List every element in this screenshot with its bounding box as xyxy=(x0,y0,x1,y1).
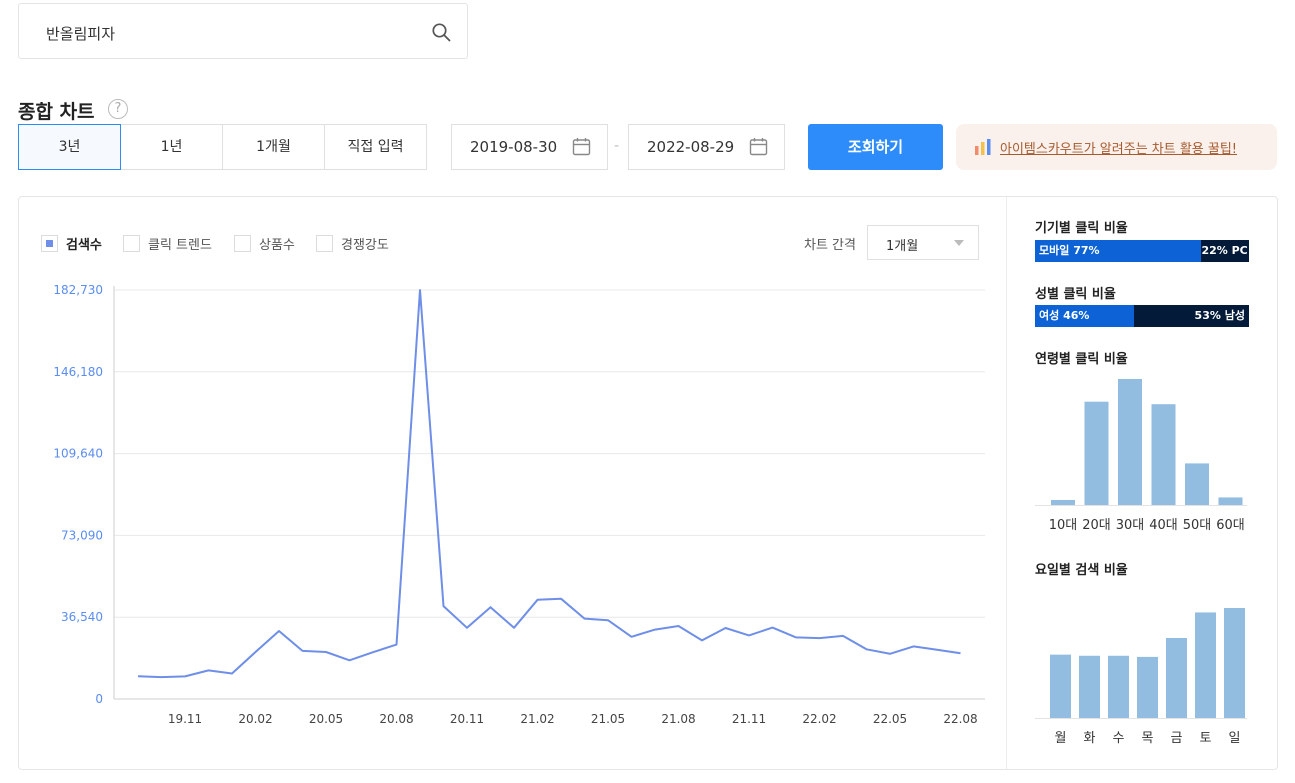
ratio-segment-name: 여성 xyxy=(1039,309,1060,322)
y-tick-label: 36,540 xyxy=(61,610,103,624)
category-label: 목 xyxy=(1142,731,1154,746)
date-separator: - xyxy=(614,138,620,154)
weekday-search-ratio-chart: 월화수목금토일 xyxy=(1035,608,1247,746)
bar xyxy=(1224,608,1245,718)
search-box[interactable]: 반올림피자 xyxy=(18,3,468,59)
tab-3-years[interactable]: 3년 xyxy=(18,124,121,170)
bar xyxy=(1118,379,1142,505)
search-icon[interactable] xyxy=(431,22,451,42)
chart-tip-link[interactable]: 아이템스카우트가 알려주는 차트 활용 꿀팁! xyxy=(1000,138,1237,157)
search-count-chart: 0 36,540 73,090 109,640 146,180 182,730 19.11 2… xyxy=(53,283,985,726)
ratio-segment-value: 77% xyxy=(1073,244,1100,257)
ratio-segment-second: 53% 남성 xyxy=(1134,305,1249,327)
end-date-field[interactable]: 2022-08-29 xyxy=(628,124,785,170)
calendar-icon[interactable] xyxy=(749,137,768,156)
category-label: 토 xyxy=(1200,731,1212,746)
ratio-segment-name: 모바일 xyxy=(1039,244,1070,257)
x-tick-label: 20.05 xyxy=(309,712,343,726)
ratio-segment-first: 모바일 77% xyxy=(1035,240,1202,262)
category-label: 50대 xyxy=(1183,518,1212,533)
category-label: 화 xyxy=(1084,731,1096,746)
x-tick-label: 22.08 xyxy=(943,712,977,726)
category-label: 일 xyxy=(1229,731,1241,746)
ratio-segment-name: 남성 xyxy=(1224,309,1245,322)
tab-1-year[interactable]: 1년 xyxy=(120,124,223,170)
device-click-ratio-bar: 모바일 77% 22% PC xyxy=(1035,240,1249,262)
section-title: 종합 차트 xyxy=(18,101,95,123)
category-label: 10대 xyxy=(1049,518,1078,533)
x-tick-label: 21.11 xyxy=(732,712,766,726)
ratio-segment-name: PC xyxy=(1231,244,1248,257)
ratio-segment-value: 22% xyxy=(1201,244,1228,257)
gender-click-ratio-title: 성별 클릭 비율 xyxy=(1035,287,1116,302)
tab-custom-input[interactable]: 직접 입력 xyxy=(324,124,427,170)
category-label: 월 xyxy=(1055,731,1067,746)
bar xyxy=(1151,404,1176,505)
category-label: 60대 xyxy=(1216,518,1245,533)
y-tick-label: 0 xyxy=(95,692,103,706)
x-tick-label: 21.02 xyxy=(520,712,554,726)
y-tick-label: 109,640 xyxy=(53,447,103,461)
y-tick-label: 182,730 xyxy=(53,283,103,297)
bar xyxy=(1137,656,1158,718)
divider xyxy=(1006,197,1007,769)
category-label: 수 xyxy=(1113,731,1125,746)
chart-card: 검색수 클릭 트렌드 상품수 경쟁강도 차트 간격 1개월 0 36,540 73,… xyxy=(18,196,1278,770)
age-click-ratio-title: 연령별 클릭 비율 xyxy=(1035,352,1128,367)
y-tick-label: 146,180 xyxy=(53,365,103,379)
bar xyxy=(1079,655,1100,718)
calendar-icon[interactable] xyxy=(572,137,591,156)
bar xyxy=(1084,401,1109,505)
gender-click-ratio-bar: 여성 46% 53% 남성 xyxy=(1035,305,1249,327)
start-date-value: 2019-08-30 xyxy=(470,138,558,156)
x-tick-label: 22.05 xyxy=(873,712,907,726)
bar-chart-icon xyxy=(975,139,991,155)
bar xyxy=(1166,638,1187,718)
chart-tip-banner[interactable]: 아이템스카우트가 알려주는 차트 활용 꿀팁! xyxy=(956,124,1277,170)
ratio-segment-value: 53% xyxy=(1194,309,1221,322)
age-click-ratio-chart: 10대 20대 30대 40대 50대 60대 xyxy=(1035,379,1247,533)
end-date-value: 2022-08-29 xyxy=(647,138,735,156)
bar xyxy=(1050,654,1071,718)
period-tabs: 3년 1년 1개월 직접 입력 xyxy=(18,124,427,170)
x-tick-label: 20.02 xyxy=(238,712,272,726)
search-count-line xyxy=(137,289,961,679)
x-tick-label: 22.02 xyxy=(802,712,836,726)
help-icon[interactable]: ? xyxy=(108,99,128,119)
category-label: 30대 xyxy=(1116,518,1145,533)
category-label: 40대 xyxy=(1149,518,1178,533)
query-button[interactable]: 조회하기 xyxy=(808,124,943,170)
tab-1-month[interactable]: 1개월 xyxy=(222,124,325,170)
category-label: 20대 xyxy=(1082,518,1111,533)
bar xyxy=(1108,655,1129,718)
bar xyxy=(1195,612,1216,718)
device-click-ratio-title: 기기별 클릭 비율 xyxy=(1035,221,1128,236)
y-tick-label: 73,090 xyxy=(61,528,103,542)
ratio-segment-second: 22% PC xyxy=(1201,240,1249,262)
bar xyxy=(1218,497,1243,505)
x-tick-label: 20.11 xyxy=(450,712,484,726)
weekday-search-ratio-title: 요일별 검색 비율 xyxy=(1035,563,1128,578)
x-tick-label: 21.05 xyxy=(591,712,625,726)
category-label: 금 xyxy=(1171,731,1183,746)
ratio-segment-first: 여성 46% xyxy=(1035,305,1135,327)
search-input[interactable]: 반올림피자 xyxy=(46,23,115,44)
bar xyxy=(1185,463,1209,505)
ratio-segment-value: 46% xyxy=(1063,309,1090,322)
start-date-field[interactable]: 2019-08-30 xyxy=(451,124,608,170)
x-tick-label: 19.11 xyxy=(168,712,202,726)
bar xyxy=(1051,499,1075,505)
x-tick-label: 21.08 xyxy=(661,712,695,726)
x-tick-label: 20.08 xyxy=(379,712,413,726)
